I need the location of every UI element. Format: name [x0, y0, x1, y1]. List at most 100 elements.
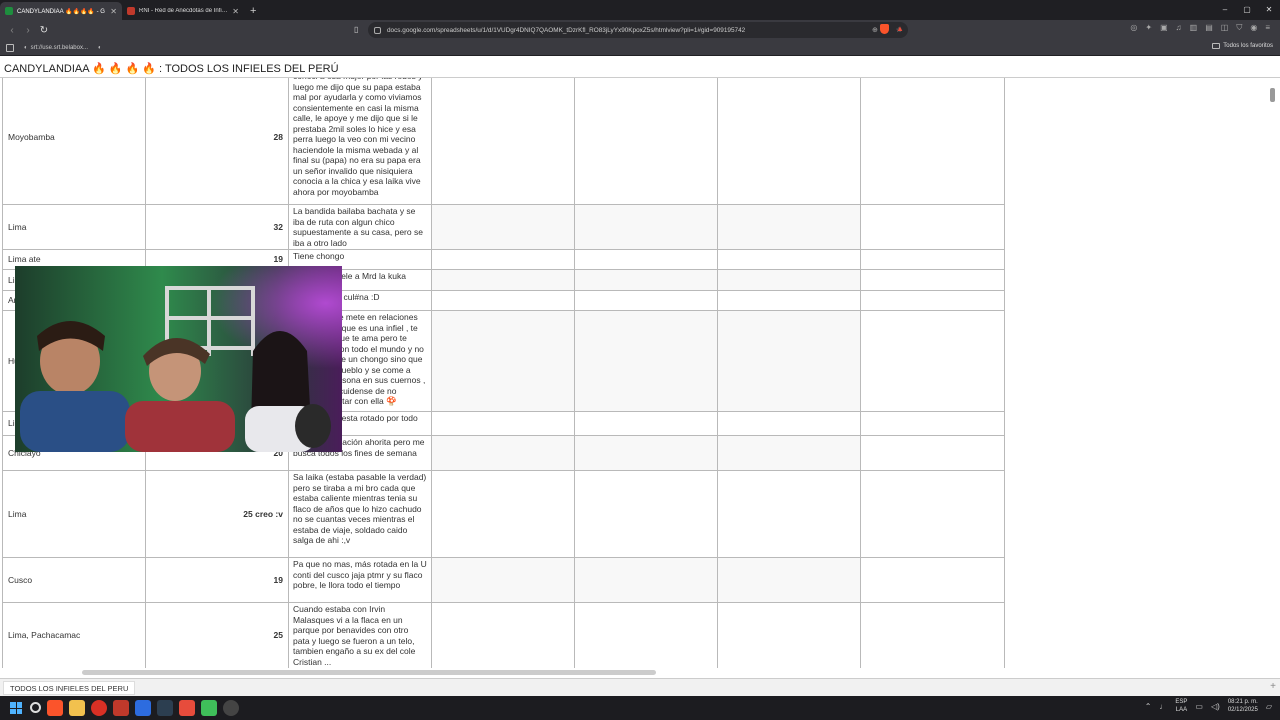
sheet-tab[interactable]: TODOS LOS INFIELES DEL PERU	[3, 681, 136, 695]
language-indicator[interactable]: ESP LAA	[1175, 698, 1187, 714]
close-window-button[interactable]: ✕	[1258, 0, 1280, 20]
empty-cell[interactable]	[860, 411, 1005, 436]
empty-cell[interactable]	[717, 204, 861, 250]
city-cell[interactable]: Cusco	[2, 557, 146, 603]
address-bar[interactable]: docs.google.com/spreadsheets/u/1/d/1VUDg…	[368, 22, 908, 38]
empty-cell[interactable]	[860, 78, 1005, 205]
notifications-icon[interactable]: ▱	[1266, 702, 1272, 711]
empty-cell[interactable]	[717, 310, 861, 412]
city-cell[interactable]: Lima	[2, 470, 146, 558]
age-cell[interactable]: 32	[145, 204, 289, 250]
extension-icon[interactable]: ✦	[1145, 23, 1152, 33]
empty-cell[interactable]	[717, 249, 861, 270]
zoom-icon[interactable]: ⊕	[872, 26, 878, 34]
empty-cell[interactable]	[717, 269, 861, 291]
apps-grid-icon[interactable]	[6, 43, 14, 52]
close-tab-icon[interactable]: ✕	[232, 7, 239, 16]
empty-cell[interactable]	[860, 310, 1005, 412]
empty-cell[interactable]	[431, 557, 575, 603]
empty-cell[interactable]	[574, 78, 718, 205]
chevron-up-icon[interactable]: ⌃	[1145, 702, 1152, 711]
empty-cell[interactable]	[574, 310, 718, 412]
forward-arrow-icon[interactable]: ›	[20, 25, 36, 36]
age-cell[interactable]: 28	[145, 78, 289, 205]
story-cell[interactable]: conoci a esa mujer por las redes y luego…	[288, 78, 432, 205]
empty-cell[interactable]	[431, 310, 575, 412]
play-app-icon[interactable]	[201, 700, 217, 716]
shield-icon[interactable]: ⛉	[1236, 23, 1242, 33]
brave-shields-icon[interactable]	[880, 24, 889, 34]
empty-cell[interactable]	[717, 78, 861, 205]
story-cell[interactable]: La bandida bailaba bachata y se iba de r…	[288, 204, 432, 250]
empty-cell[interactable]	[860, 557, 1005, 603]
globe-icon[interactable]: ◐	[98, 45, 102, 51]
empty-cell[interactable]	[431, 249, 575, 270]
music-icon[interactable]: ♫	[1176, 23, 1182, 33]
empty-cell[interactable]	[717, 411, 861, 436]
empty-cell[interactable]	[860, 269, 1005, 291]
empty-cell[interactable]	[717, 557, 861, 603]
minimize-button[interactable]: –	[1214, 0, 1236, 20]
empty-cell[interactable]	[431, 470, 575, 558]
new-tab-button[interactable]: +	[244, 2, 262, 20]
wallet-icon[interactable]: ◎	[1130, 23, 1137, 33]
empty-cell[interactable]	[717, 290, 861, 311]
bookmark-srt[interactable]: ◐ srt://use.srt.belabox...	[24, 45, 88, 51]
story-cell[interactable]: Sa laika (estaba pasable la verdad) pero…	[288, 470, 432, 558]
empty-cell[interactable]	[574, 602, 718, 668]
bookmark-icon[interactable]: ▯	[354, 25, 358, 34]
maximize-button[interactable]: ▢	[1236, 0, 1258, 20]
empty-cell[interactable]	[717, 435, 861, 471]
empty-cell[interactable]	[574, 557, 718, 603]
network-icon[interactable]: ▭	[1195, 702, 1203, 711]
empty-cell[interactable]	[431, 435, 575, 471]
search-icon[interactable]	[30, 702, 41, 713]
brave-browser-icon[interactable]	[47, 700, 63, 716]
city-cell[interactable]: Lima	[2, 204, 146, 250]
empty-cell[interactable]	[860, 470, 1005, 558]
empty-cell[interactable]	[860, 204, 1005, 250]
empty-cell[interactable]	[431, 78, 575, 205]
tab-candylandiaa[interactable]: CANDYLANDIAA 🔥🔥🔥🔥 - G ✕	[0, 2, 122, 20]
empty-cell[interactable]	[574, 290, 718, 311]
volume-icon[interactable]: ◁)	[1211, 702, 1220, 711]
obs-icon[interactable]	[223, 700, 239, 716]
empty-cell[interactable]	[574, 470, 718, 558]
empty-cell[interactable]	[431, 411, 575, 436]
add-sheet-button[interactable]: +	[1270, 681, 1276, 692]
empty-cell[interactable]	[431, 204, 575, 250]
horizontal-scrollbar[interactable]	[82, 670, 656, 675]
age-cell[interactable]: 25 creo :v	[145, 470, 289, 558]
story-cell[interactable]: Pa que no mas, más rotada en la U conti …	[288, 557, 432, 603]
empty-cell[interactable]	[717, 470, 861, 558]
empty-cell[interactable]	[860, 290, 1005, 311]
tab-rni[interactable]: RNI - Red de Anécdotas de Infidelida ✕	[122, 2, 244, 20]
all-favorites[interactable]: Todos los favoritos	[1212, 43, 1273, 49]
extension-icon[interactable]: ▣	[1160, 23, 1168, 33]
media-app-icon[interactable]	[113, 700, 129, 716]
streaming-app-icon[interactable]	[179, 700, 195, 716]
clock[interactable]: 08:21 p. m. 02/12/2025	[1228, 698, 1258, 714]
empty-cell[interactable]	[860, 435, 1005, 471]
rewards-icon[interactable]: ▲	[896, 24, 904, 33]
city-cell[interactable]: Moyobamba	[2, 78, 146, 205]
empty-cell[interactable]	[574, 435, 718, 471]
vpn-icon[interactable]: ◉	[1250, 23, 1257, 33]
city-cell[interactable]: Lima, Pachacamac	[2, 602, 146, 668]
empty-cell[interactable]	[431, 290, 575, 311]
windows-start-icon[interactable]	[10, 702, 22, 714]
empty-cell[interactable]	[431, 269, 575, 291]
tabs-icon[interactable]: ▤	[1205, 23, 1213, 33]
empty-cell[interactable]	[574, 411, 718, 436]
vertical-scrollbar[interactable]	[1270, 88, 1275, 102]
chrome-icon[interactable]	[91, 700, 107, 716]
close-tab-icon[interactable]: ✕	[110, 7, 117, 16]
empty-cell[interactable]	[574, 269, 718, 291]
reload-icon[interactable]: ↻	[36, 25, 52, 36]
terminal-icon[interactable]	[157, 700, 173, 716]
age-cell[interactable]: 19	[145, 557, 289, 603]
empty-cell[interactable]	[860, 249, 1005, 270]
back-arrow-icon[interactable]: ‹	[4, 25, 20, 36]
empty-cell[interactable]	[860, 602, 1005, 668]
empty-cell[interactable]	[574, 249, 718, 270]
